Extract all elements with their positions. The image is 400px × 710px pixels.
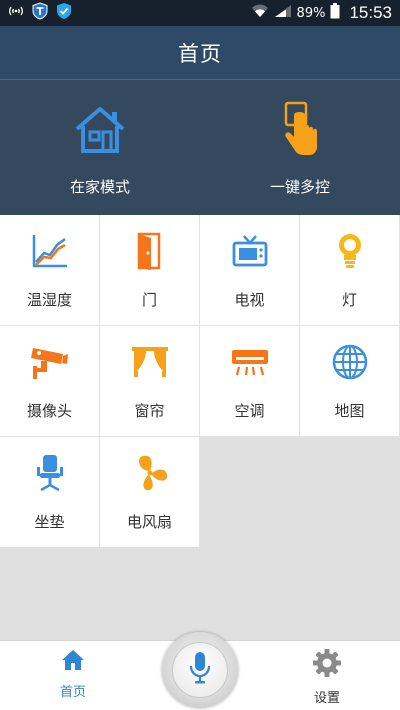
device-curtain[interactable]: 窗帘 [100, 326, 200, 437]
tab-home[interactable]: 首页 [33, 649, 113, 700]
mode-home-button[interactable]: 在家模式 [0, 80, 200, 215]
device-label: 坐垫 [34, 513, 65, 531]
wifi-hotspot-icon [8, 4, 24, 22]
mode-panel: 在家模式 一键多控 [0, 80, 400, 215]
device-tv[interactable]: 电视 [200, 215, 300, 326]
camera-icon [30, 342, 70, 382]
chair-icon [30, 453, 70, 493]
page-title-bar: 首页 [0, 26, 400, 80]
curtain-icon [130, 342, 170, 382]
page-title: 首页 [178, 41, 222, 66]
tab-settings-label: 设置 [313, 691, 340, 706]
device-label: 温湿度 [26, 291, 72, 309]
shield-t-icon [32, 2, 48, 24]
device-temperature-humidity[interactable]: 温湿度 [0, 215, 100, 326]
tab-settings[interactable]: 设置 [287, 649, 367, 706]
voice-button[interactable] [162, 632, 238, 708]
shield-check-icon [56, 2, 72, 24]
air-conditioner-icon [230, 342, 270, 382]
battery-icon [330, 3, 340, 23]
bulb-icon [330, 231, 370, 271]
device-label: 灯 [341, 291, 357, 309]
device-map[interactable]: 地图 [300, 326, 400, 437]
device-camera[interactable]: 摄像头 [0, 326, 100, 437]
device-label: 摄像头 [26, 402, 72, 420]
device-grid: 温湿度 门 电视 灯 摄像头 窗帘 空调 地图 坐垫 电风扇 [0, 215, 400, 548]
globe-icon [330, 342, 370, 382]
house-icon [70, 100, 130, 160]
mode-home-label: 在家模式 [69, 178, 130, 196]
door-icon [130, 231, 170, 271]
device-label: 地图 [334, 402, 365, 420]
chart-line-icon [30, 231, 70, 271]
device-label: 电风扇 [126, 513, 172, 531]
signal-icon [274, 4, 292, 22]
device-label: 电视 [234, 291, 265, 309]
status-bar: 89% 15:53 [0, 0, 400, 26]
mode-multi-control-button[interactable]: 一键多控 [200, 80, 400, 215]
microphone-icon [189, 651, 211, 689]
device-light[interactable]: 灯 [300, 215, 400, 326]
fan-icon [130, 453, 170, 493]
device-label: 窗帘 [134, 402, 165, 420]
device-label: 门 [141, 291, 157, 309]
home-icon [61, 649, 85, 675]
touch-finger-icon [270, 100, 330, 160]
device-seat-cushion[interactable]: 坐垫 [0, 437, 100, 548]
clock: 15:53 [349, 3, 392, 22]
device-air-conditioner[interactable]: 空调 [200, 326, 300, 437]
mode-multi-control-label: 一键多控 [269, 178, 330, 196]
tv-icon [230, 231, 270, 271]
wifi-icon [251, 4, 269, 22]
device-label: 空调 [234, 402, 265, 420]
battery-percent: 89% [296, 5, 326, 21]
device-electric-fan[interactable]: 电风扇 [100, 437, 200, 548]
device-door[interactable]: 门 [100, 215, 200, 326]
tab-home-label: 首页 [59, 685, 86, 700]
gear-icon [313, 649, 341, 681]
